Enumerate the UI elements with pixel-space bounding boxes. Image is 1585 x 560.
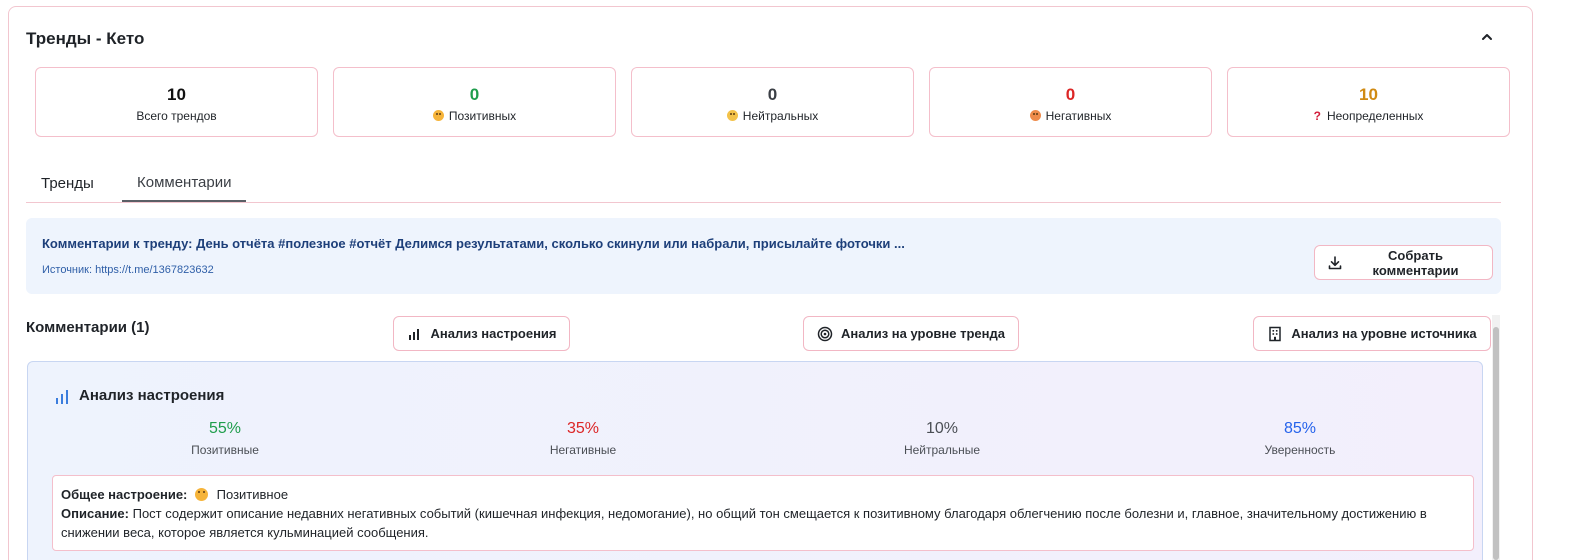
overall-sentiment-value: Позитивное (216, 487, 289, 502)
overall-sentiment-row: Общее настроение: Позитивное (61, 485, 1465, 504)
bar-chart-icon (406, 326, 422, 342)
metric-confidence: 85% Уверенность (1190, 418, 1410, 458)
stat-card-undefined: 10 ? Неопределенных (1227, 67, 1510, 137)
bar-chart-icon (54, 389, 70, 410)
metric-negative: 35% Негативные (473, 418, 693, 458)
metric-positive-value: 55% (208, 420, 242, 437)
smiling-face-icon (432, 110, 444, 121)
trend-source-link[interactable]: Источник: https://t.me/1367823632 (42, 264, 214, 276)
sentiment-analysis-label: Анализ настроения (430, 326, 557, 341)
stat-negative-label: Негативных (1045, 109, 1112, 123)
tab-bar: Тренды Комментарии (26, 165, 1501, 203)
stat-card-total: 10 Всего трендов (35, 67, 318, 137)
metric-neutral: 10% Нейтральные (832, 418, 1052, 458)
stat-card-positive: 0 Позитивных (333, 67, 616, 137)
tab-comments[interactable]: Комментарии (122, 165, 247, 202)
question-mark-icon: ? (1313, 109, 1321, 123)
source-analysis-label: Анализ на уровне источника (1291, 326, 1477, 341)
target-icon (817, 326, 833, 342)
stat-card-neutral: 0 Нейтральных (631, 67, 914, 137)
trend-analysis-label: Анализ на уровне тренда (841, 326, 1005, 341)
metric-confidence-label: Уверенность (1264, 443, 1336, 457)
scrollbar-thumb[interactable] (1493, 327, 1499, 560)
stat-total-value: 10 (167, 85, 186, 104)
description-row: Описание: Пост содержит описание недавни… (61, 504, 1465, 542)
stat-positive-value: 0 (469, 85, 480, 104)
stat-negative-value: 0 (1065, 85, 1076, 104)
panel-title: Тренды - Кето (26, 29, 145, 48)
tab-trends[interactable]: Тренды (26, 165, 109, 202)
download-icon (1327, 255, 1343, 271)
description-label: Описание: (61, 506, 129, 521)
collapse-button[interactable] (1477, 27, 1497, 47)
stat-positive-label: Позитивных (448, 109, 517, 123)
stat-neutral-label: Нейтральных (742, 109, 819, 123)
metric-negative-label: Негативные (549, 443, 617, 457)
collect-comments-label: Собрать комментарии (1372, 247, 1459, 278)
building-icon (1267, 326, 1283, 342)
stat-total-label: Всего трендов (136, 109, 217, 123)
comments-heading: Комментарии (1) (26, 319, 150, 336)
stat-undefined-label: Неопределенных (1326, 109, 1424, 123)
trend-analysis-button[interactable]: Анализ на уровне тренда (803, 316, 1019, 351)
stat-neutral-value: 0 (767, 85, 778, 104)
source-analysis-button[interactable]: Анализ на уровне источника (1253, 316, 1491, 351)
metric-positive-label: Позитивные (191, 443, 259, 457)
stat-undefined-value: 10 (1359, 85, 1378, 104)
description-text: Пост содержит описание недавних негативн… (61, 506, 1427, 540)
metric-negative-value: 35% (566, 420, 600, 437)
overall-sentiment-label: Общее настроение: (61, 487, 188, 502)
chevron-up-icon (1482, 34, 1492, 40)
sad-face-icon (1029, 110, 1041, 121)
sentiment-analysis-button[interactable]: Анализ настроения (393, 316, 570, 351)
neutral-face-icon (726, 110, 738, 121)
metric-neutral-label: Нейтральные (903, 443, 981, 457)
sentiment-summary: Общее настроение: Позитивное Описание: П… (52, 475, 1474, 551)
analysis-title: Анализ настроения (79, 387, 225, 404)
metric-neutral-value: 10% (925, 420, 959, 437)
stat-card-negative: 0 Негативных (929, 67, 1212, 137)
collect-comments-button[interactable]: Собрать комментарии (1314, 245, 1493, 280)
trend-comments-title: Комментарии к тренду: День отчёта #полез… (42, 236, 905, 251)
metric-confidence-value: 85% (1283, 420, 1317, 437)
smiling-face-icon (195, 488, 209, 501)
trend-info-box: Комментарии к тренду: День отчёта #полез… (26, 218, 1501, 294)
metric-positive: 55% Позитивные (115, 418, 335, 458)
